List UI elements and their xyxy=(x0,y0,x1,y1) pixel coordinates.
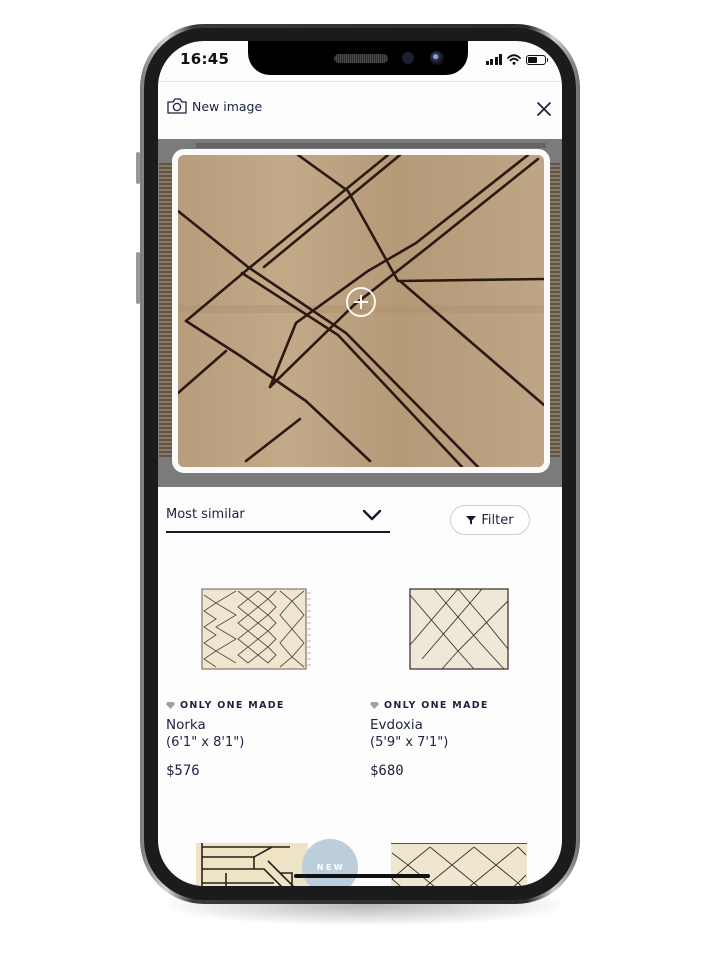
product-name: Norka xyxy=(166,717,206,733)
speaker-grille xyxy=(334,54,388,63)
only-one-made-badge: ONLY ONE MADE xyxy=(370,700,489,711)
diamond-icon xyxy=(166,702,175,709)
header: New image xyxy=(158,95,562,125)
divider xyxy=(158,81,562,82)
image-preview xyxy=(158,139,562,487)
notch xyxy=(248,41,468,75)
product-size: (5'9" x 7'1") xyxy=(370,735,449,750)
new-badge[interactable]: NEW xyxy=(302,839,358,886)
sort-label: Most similar xyxy=(166,507,245,522)
product-name: Evdoxia xyxy=(370,717,423,733)
product-image[interactable] xyxy=(194,843,312,886)
diamond-icon xyxy=(370,702,379,709)
plus-circle-icon[interactable] xyxy=(346,287,376,317)
product-price: $680 xyxy=(370,763,404,779)
status-time: 16:45 xyxy=(180,50,230,68)
filter-label: Filter xyxy=(481,512,514,528)
product-size: (6'1" x 8'1") xyxy=(166,735,245,750)
close-icon[interactable] xyxy=(534,99,554,119)
wifi-icon xyxy=(507,54,521,65)
front-camera-icon xyxy=(430,51,444,65)
new-image-button[interactable]: New image xyxy=(166,97,262,115)
product-image xyxy=(201,588,311,670)
product-price: $576 xyxy=(166,763,200,779)
product-image[interactable] xyxy=(390,843,528,886)
home-indicator[interactable] xyxy=(294,874,430,878)
sort-dropdown[interactable]: Most similar xyxy=(166,499,390,533)
rug-fringe xyxy=(159,163,172,457)
battery-icon xyxy=(526,55,548,65)
new-image-label: New image xyxy=(192,98,263,114)
only-one-made-badge: ONLY ONE MADE xyxy=(166,700,285,711)
badge-text: ONLY ONE MADE xyxy=(180,700,285,711)
funnel-icon xyxy=(466,516,477,525)
camera-icon xyxy=(167,98,187,114)
new-badge-label: NEW xyxy=(316,862,346,872)
product-image xyxy=(409,588,509,670)
phone-screen: 16:45 New image Most similar Filter ONLY… xyxy=(158,41,562,886)
signal-icon xyxy=(485,54,502,65)
filter-button[interactable]: Filter xyxy=(450,505,530,535)
chevron-down-icon xyxy=(362,509,382,521)
crop-edge xyxy=(196,143,546,148)
badge-text: ONLY ONE MADE xyxy=(384,700,489,711)
phone-frame: 16:45 New image Most similar Filter ONLY… xyxy=(140,24,580,904)
status-icons xyxy=(485,53,548,65)
phone-bezel: 16:45 New image Most similar Filter ONLY… xyxy=(144,28,576,900)
results-controls: Most similar Filter xyxy=(158,487,562,557)
sensor-icon xyxy=(402,52,414,64)
battery-level xyxy=(528,57,537,63)
